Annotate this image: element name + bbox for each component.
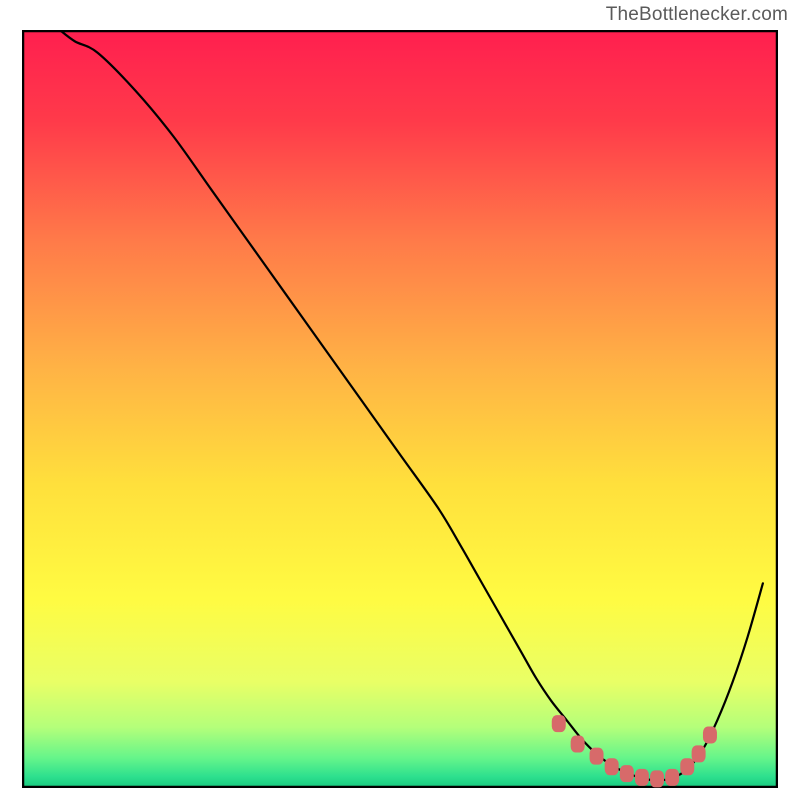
marker	[650, 770, 664, 787]
marker	[703, 726, 717, 743]
marker	[571, 736, 585, 753]
marker	[692, 745, 706, 762]
marker	[635, 769, 649, 786]
attribution-label: TheBottlenecker.com	[606, 4, 788, 26]
marker	[605, 758, 619, 775]
chart-background	[22, 30, 778, 788]
chart-svg	[22, 30, 778, 788]
marker	[680, 758, 694, 775]
marker	[552, 715, 566, 732]
chart-container: TheBottlenecker.com	[0, 0, 800, 800]
marker	[620, 765, 634, 782]
chart-plot	[22, 30, 778, 788]
marker	[590, 748, 604, 765]
marker	[665, 769, 679, 786]
